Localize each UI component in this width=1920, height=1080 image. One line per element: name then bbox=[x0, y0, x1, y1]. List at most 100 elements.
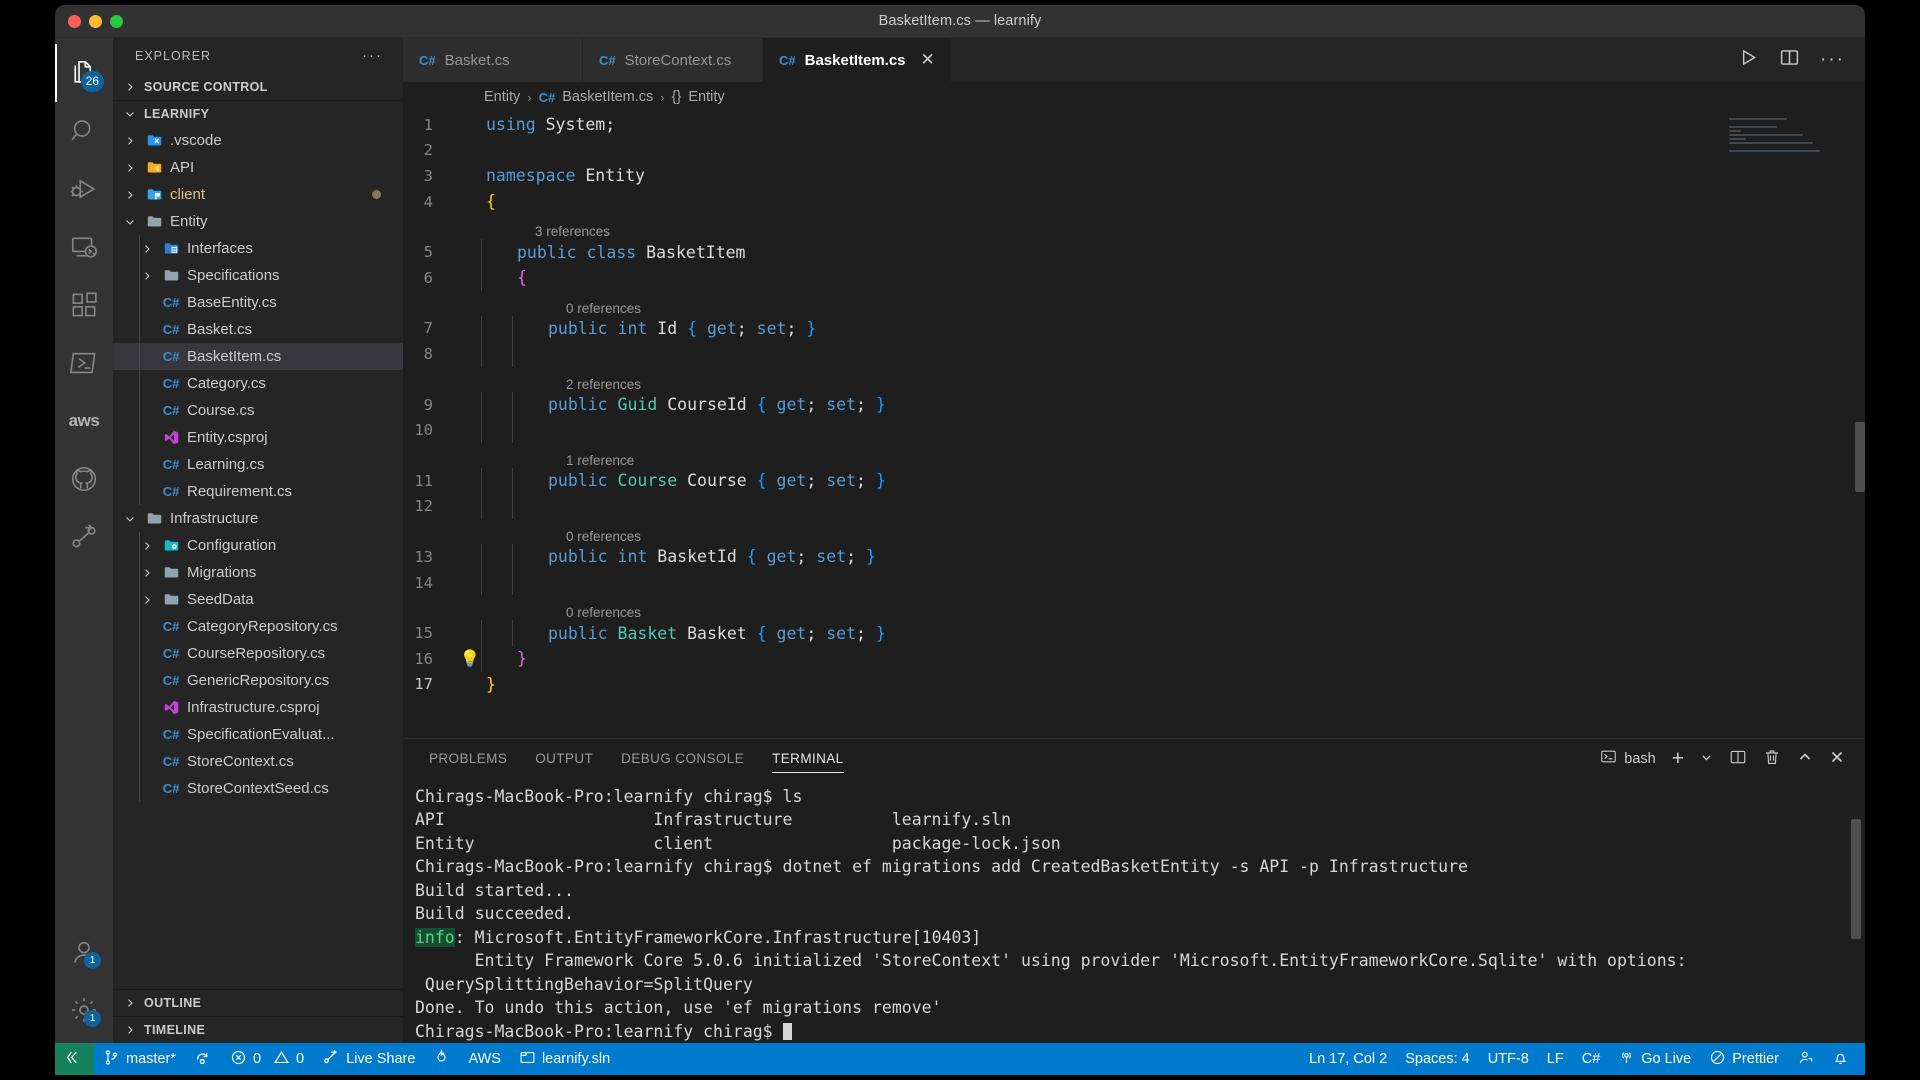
tree-folder-interfaces[interactable]: Interfaces bbox=[113, 235, 403, 262]
tree-file-course-cs[interactable]: C# Course.cs bbox=[113, 397, 403, 424]
activity-bar-item-github[interactable] bbox=[55, 450, 113, 508]
activity-bar-item-extensions[interactable] bbox=[55, 276, 113, 334]
status-notifications[interactable] bbox=[1823, 1043, 1865, 1075]
breadcrumb-item-file[interactable]: BasketItem.cs bbox=[562, 89, 653, 105]
codelens-label[interactable]: 0 references bbox=[566, 605, 641, 620]
codelens-references[interactable]: 3 references bbox=[403, 214, 1865, 239]
code-line[interactable]: 3 namespace Entity bbox=[403, 163, 1865, 189]
tree-file-categoryrepository-cs[interactable]: C# CategoryRepository.cs bbox=[113, 613, 403, 640]
tree-folder-infrastructure[interactable]: Infrastructure bbox=[113, 505, 403, 532]
terminal-shell-indicator[interactable]: bash bbox=[1600, 748, 1656, 769]
code-text[interactable]: } bbox=[517, 649, 527, 668]
code-text[interactable]: } bbox=[486, 675, 496, 694]
section-source-control[interactable]: SOURCE CONTROL bbox=[113, 73, 403, 100]
codelens-references[interactable]: 1 reference bbox=[403, 443, 1865, 468]
new-terminal-button[interactable]: + bbox=[1672, 748, 1684, 769]
breadcrumb-item-folder[interactable]: Entity bbox=[484, 89, 520, 105]
trash-icon[interactable] bbox=[1763, 748, 1781, 769]
tree-folder-specifications[interactable]: Specifications bbox=[113, 262, 403, 289]
tree-folder-entity[interactable]: Entity bbox=[113, 208, 403, 235]
section-outline[interactable]: OUTLINE bbox=[113, 989, 403, 1016]
code-text[interactable]: public Guid CourseId { get; set; } bbox=[548, 395, 886, 414]
panel-tab-terminal[interactable]: TERMINAL bbox=[758, 739, 857, 779]
code-line[interactable]: 12 bbox=[403, 493, 1865, 520]
tree-file-storecontext-cs[interactable]: C# StoreContext.cs bbox=[113, 748, 403, 775]
code-text[interactable]: public Basket Basket { get; set; } bbox=[548, 624, 886, 643]
code-line[interactable]: 17} bbox=[403, 672, 1865, 698]
status-aws[interactable]: AWS bbox=[459, 1043, 510, 1075]
tree-file-baseentity-cs[interactable]: C# BaseEntity.cs bbox=[113, 289, 403, 316]
code-line[interactable]: 1 using System; bbox=[403, 112, 1865, 138]
codelens-references[interactable]: 2 references bbox=[403, 367, 1865, 392]
breadcrumb-item-symbol[interactable]: Entity bbox=[688, 89, 724, 105]
split-editor-icon[interactable] bbox=[1779, 47, 1800, 73]
status-flame[interactable] bbox=[424, 1043, 459, 1075]
maximize-panel-button[interactable] bbox=[1797, 749, 1813, 768]
activity-bar-item-explorer[interactable]: 26 bbox=[55, 44, 113, 102]
tree-file-storecontextseed-cs[interactable]: C# StoreContextSeed.cs bbox=[113, 775, 403, 802]
play-icon[interactable] bbox=[1738, 47, 1759, 73]
tree-folder-seeddata[interactable]: SeedData bbox=[113, 586, 403, 613]
minimap[interactable] bbox=[1729, 118, 1849, 164]
close-tab-button[interactable]: ✕ bbox=[921, 50, 935, 70]
status-eol[interactable]: LF bbox=[1538, 1043, 1573, 1075]
terminal-output[interactable]: Chirags-MacBook-Pro:learnify chirag$ ls A… bbox=[403, 779, 1865, 1044]
activity-bar-item-search[interactable] bbox=[55, 102, 113, 160]
status-encoding[interactable]: UTF-8 bbox=[1479, 1043, 1538, 1075]
code-line[interactable]: 9 public Guid CourseId { get; set; } bbox=[403, 391, 1865, 418]
codelens-label[interactable]: 1 reference bbox=[566, 453, 634, 468]
codelens-label[interactable]: 2 references bbox=[566, 377, 641, 392]
code-line[interactable]: 15 public Basket Basket { get; set; } bbox=[403, 620, 1865, 646]
editor-tab-basketitem-cs[interactable]: C# BasketItem.cs ✕ bbox=[763, 38, 952, 82]
code-text[interactable]: public Course Course { get; set; } bbox=[548, 471, 886, 490]
tree-file-requirement-cs[interactable]: C# Requirement.cs bbox=[113, 478, 403, 505]
code-lines[interactable]: 1 using System; 2 3 namespace Entity 4{3 refe… bbox=[403, 112, 1865, 738]
activity-bar-item-live-share[interactable] bbox=[55, 508, 113, 566]
status-indentation[interactable]: Spaces: 4 bbox=[1396, 1043, 1479, 1075]
code-editor[interactable]: 1 using System; 2 3 namespace Entity 4{3 refe… bbox=[403, 112, 1865, 738]
code-line[interactable]: 16 💡} bbox=[403, 645, 1865, 672]
tree-file-specificationevaluat[interactable]: C# SpecificationEvaluat... bbox=[113, 721, 403, 748]
codelens-references[interactable]: 0 references bbox=[403, 519, 1865, 544]
code-line[interactable]: 10 bbox=[403, 417, 1865, 443]
panel-actions[interactable]: bash + bbox=[1600, 748, 1865, 769]
activity-bar-item-run-and-debug[interactable] bbox=[55, 160, 113, 218]
code-line[interactable]: 7 public int Id { get; set; } bbox=[403, 315, 1865, 342]
code-text[interactable]: public int Id { get; set; } bbox=[548, 319, 816, 338]
explorer-more-actions-button[interactable]: ··· bbox=[362, 47, 383, 64]
code-text[interactable]: using System; bbox=[486, 115, 615, 134]
code-line[interactable]: 4{ bbox=[403, 189, 1865, 215]
tree-file-learning-cs[interactable]: C# Learning.cs bbox=[113, 451, 403, 478]
tree-file-entity-csproj[interactable]: Entity.csproj bbox=[113, 424, 403, 451]
tree-file-genericrepository-cs[interactable]: C# GenericRepository.cs bbox=[113, 667, 403, 694]
status-sync-changes[interactable] bbox=[185, 1043, 221, 1075]
status-problems[interactable]: 0 0 bbox=[221, 1043, 313, 1075]
tree-folder-api[interactable]: API bbox=[113, 154, 403, 181]
terminal-scrollbar[interactable] bbox=[1851, 818, 1861, 939]
file-tree[interactable]: .vscode API client Entity Interfaces Specific… bbox=[113, 127, 403, 989]
panel-tabs[interactable]: PROBLEMS OUTPUT DEBUG CONSOLE TERMINAL bash… bbox=[403, 739, 1865, 779]
close-panel-button[interactable] bbox=[1829, 749, 1845, 768]
codelens-label[interactable]: 3 references bbox=[535, 224, 610, 239]
status-go-live[interactable]: Go Live bbox=[1609, 1043, 1700, 1075]
section-timeline[interactable]: TIMELINE bbox=[113, 1016, 403, 1043]
lightbulb-icon[interactable]: 💡 bbox=[459, 649, 481, 669]
status-live-share[interactable]: Live Share bbox=[313, 1043, 424, 1075]
panel-tab-output[interactable]: OUTPUT bbox=[521, 739, 607, 779]
panel-tab-problems[interactable]: PROBLEMS bbox=[415, 739, 521, 779]
tree-folder-client[interactable]: client bbox=[113, 181, 403, 208]
activity-bar-item-remote-explorer[interactable] bbox=[55, 218, 113, 276]
editor-tab-storecontext-cs[interactable]: C# StoreContext.cs bbox=[583, 38, 763, 82]
status-cursor-position[interactable]: Ln 17, Col 2 bbox=[1300, 1043, 1396, 1075]
code-line[interactable]: 13 public int BasketId { get; set; } bbox=[403, 544, 1865, 570]
codelens-references[interactable]: 0 references bbox=[403, 291, 1865, 316]
code-text[interactable]: namespace Entity bbox=[486, 166, 645, 185]
tree-file-category-cs[interactable]: C# Category.cs bbox=[113, 370, 403, 397]
status-remote-host[interactable] bbox=[55, 1043, 94, 1075]
tree-folder-vscode[interactable]: .vscode bbox=[113, 127, 403, 154]
editor-scrollbar[interactable] bbox=[1855, 422, 1865, 492]
tree-file-basket-cs[interactable]: C# Basket.cs bbox=[113, 316, 403, 343]
activity-bar-item-accounts[interactable]: 1 bbox=[55, 923, 113, 981]
codelens-label[interactable]: 0 references bbox=[566, 529, 641, 544]
tree-file-basketitem-cs[interactable]: C# BasketItem.cs bbox=[113, 343, 403, 370]
